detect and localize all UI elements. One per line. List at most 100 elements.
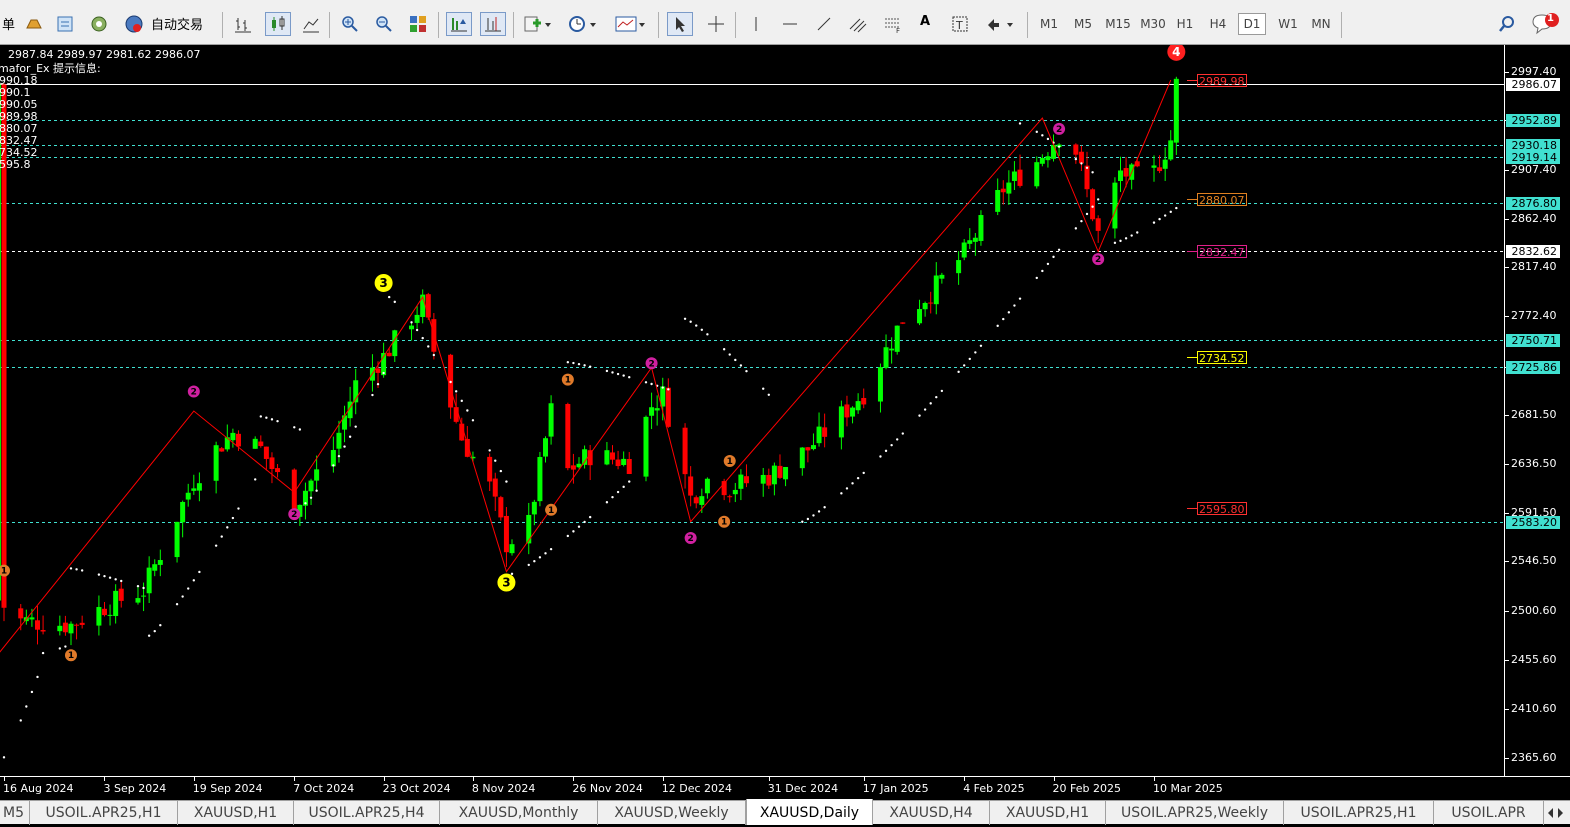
time-tick-mark xyxy=(294,777,295,781)
candle-body xyxy=(146,567,152,594)
notifications-icon[interactable]: 1 xyxy=(1528,12,1562,36)
candlestick-chart-icon[interactable] xyxy=(265,12,291,36)
menu-fragment[interactable]: 单 xyxy=(2,14,15,33)
chart-tab[interactable]: XAUUSD,H1 xyxy=(178,801,294,825)
horizontal-line-icon[interactable] xyxy=(778,12,802,36)
timeframe-h4[interactable]: H4 xyxy=(1205,13,1231,35)
candle-body xyxy=(604,450,610,465)
periods-clock-icon[interactable] xyxy=(565,12,601,36)
sar-dot xyxy=(198,570,201,574)
chart-tab[interactable]: XAUUSD,Monthly xyxy=(440,801,598,825)
candle-body xyxy=(314,469,320,481)
sar-dot xyxy=(2,756,6,759)
data-window-icon[interactable] xyxy=(53,12,77,36)
auto-scroll-icon[interactable] xyxy=(446,12,472,36)
time-tick-mark xyxy=(663,777,664,781)
sar-dot xyxy=(304,502,307,505)
tile-windows-icon[interactable] xyxy=(405,12,431,36)
timeframe-m1[interactable]: M1 xyxy=(1036,13,1062,35)
sar-dot xyxy=(36,675,39,679)
sar-dot xyxy=(538,556,542,559)
level-price-label: 2919.14 xyxy=(1506,150,1560,164)
sar-dot xyxy=(728,353,731,356)
timeframe-d1[interactable]: D1 xyxy=(1238,13,1266,35)
chart-tab[interactable]: USOIL.APR25,H4 xyxy=(294,801,440,825)
timeframe-w1[interactable]: W1 xyxy=(1274,13,1302,35)
fibonacci-icon[interactable]: F xyxy=(880,12,906,36)
candle-body xyxy=(1157,167,1163,172)
indicators-icon[interactable] xyxy=(521,12,555,36)
chart-tab[interactable]: USOIL.APR xyxy=(1434,801,1544,825)
cursor-icon[interactable] xyxy=(667,12,693,36)
sar-dot xyxy=(940,389,944,393)
timeframe-m5[interactable]: M5 xyxy=(1070,13,1096,35)
timeframe-mn[interactable]: MN xyxy=(1307,13,1335,35)
chart-shift-icon[interactable] xyxy=(480,12,506,36)
timeframe-m15[interactable]: M15 xyxy=(1103,13,1133,35)
sar-dot xyxy=(734,358,737,362)
price-tick-mark xyxy=(1505,170,1509,171)
sar-dot xyxy=(644,381,648,384)
templates-icon[interactable] xyxy=(612,12,650,36)
candle-body xyxy=(1084,165,1090,190)
navigator-icon[interactable] xyxy=(87,12,111,36)
candle-body xyxy=(431,319,437,352)
chart-tab[interactable]: XAUUSD,Daily xyxy=(746,799,873,825)
wave-marker-label: 1 xyxy=(727,457,733,467)
price-tick-mark xyxy=(1505,513,1509,514)
sar-dot xyxy=(533,560,536,563)
bar-chart-icon[interactable] xyxy=(231,12,255,36)
wave-marker-label: 2 xyxy=(648,359,654,369)
tabs-scroll-arrows-icon[interactable] xyxy=(1544,803,1568,823)
candle-body xyxy=(766,474,772,486)
gold-bars-icon[interactable] xyxy=(22,12,46,36)
sar-dot xyxy=(1080,219,1083,223)
chart-tab[interactable]: XAUUSD,H4 xyxy=(873,801,990,825)
sar-dot xyxy=(840,492,843,495)
sar-dot xyxy=(851,482,854,485)
line-chart-icon[interactable] xyxy=(299,12,323,36)
autotrade-label[interactable]: 自动交易 xyxy=(151,14,203,33)
arrows-shapes-icon[interactable] xyxy=(982,12,1018,36)
level-box-tick xyxy=(1187,251,1197,252)
chart-area[interactable]: 1 1 2 2 3 3 1 1 2 2 1 1 2 2 4 2987.84 2989.97 2981.62 … xyxy=(0,45,1504,776)
equidistant-channel-icon[interactable] xyxy=(845,12,871,36)
chart-tab[interactable]: USOIL.APR25,H1 xyxy=(30,801,178,825)
zoom-in-icon[interactable] xyxy=(337,12,363,36)
candle-body xyxy=(995,190,1001,212)
vertical-line-icon[interactable] xyxy=(744,12,768,36)
price-chart[interactable]: 1 1 2 2 3 3 1 1 2 2 1 1 2 2 4 xyxy=(0,45,1504,776)
timeframe-h1[interactable]: H1 xyxy=(1172,13,1198,35)
sar-dot xyxy=(1052,255,1055,259)
chart-tab[interactable]: XAUUSD,Weekly xyxy=(598,801,746,825)
trendline-icon[interactable] xyxy=(812,12,836,36)
sar-dot xyxy=(700,328,704,332)
time-axis[interactable]: 16 Aug 2024 3 Sep 2024 19 Sep 2024 7 Oct 20… xyxy=(0,776,1570,800)
chart-tab[interactable]: USOIL.APR25,Weekly xyxy=(1106,801,1284,825)
text-label-icon[interactable]: T xyxy=(948,12,972,36)
sar-dot xyxy=(1130,234,1133,237)
timeframe-m30[interactable]: M30 xyxy=(1138,13,1168,35)
candle-body xyxy=(1051,144,1057,159)
autotrade-icon[interactable] xyxy=(121,12,147,36)
sar-dot xyxy=(566,534,570,538)
price-scale[interactable]: 2997.40 2952.89 2907.40 2862.40 2817.40 2772.… xyxy=(1504,45,1570,776)
sar-dot xyxy=(410,321,413,324)
sar-dot xyxy=(823,506,826,509)
text-tool-icon[interactable]: A xyxy=(920,14,930,29)
price-tick-mark xyxy=(1505,72,1509,73)
search-icon[interactable] xyxy=(1494,12,1520,36)
sar-dot xyxy=(226,526,229,529)
zoom-out-icon[interactable] xyxy=(371,12,397,36)
level-box-label: 2595.80 xyxy=(1197,502,1247,516)
candle-body xyxy=(777,465,783,478)
price-tick: 2636.50 xyxy=(1511,456,1557,470)
price-tick: 2455.60 xyxy=(1511,653,1557,666)
crosshair-icon[interactable] xyxy=(703,12,729,36)
candle-body xyxy=(68,623,74,634)
candle-body xyxy=(1118,170,1124,182)
chart-tab[interactable]: M5 xyxy=(0,801,30,825)
chart-tab[interactable]: XAUUSD,H1 xyxy=(990,801,1106,825)
chart-tab[interactable]: USOIL.APR25,H1 xyxy=(1284,801,1434,825)
level-box-label: 2734.52 xyxy=(1197,351,1247,365)
